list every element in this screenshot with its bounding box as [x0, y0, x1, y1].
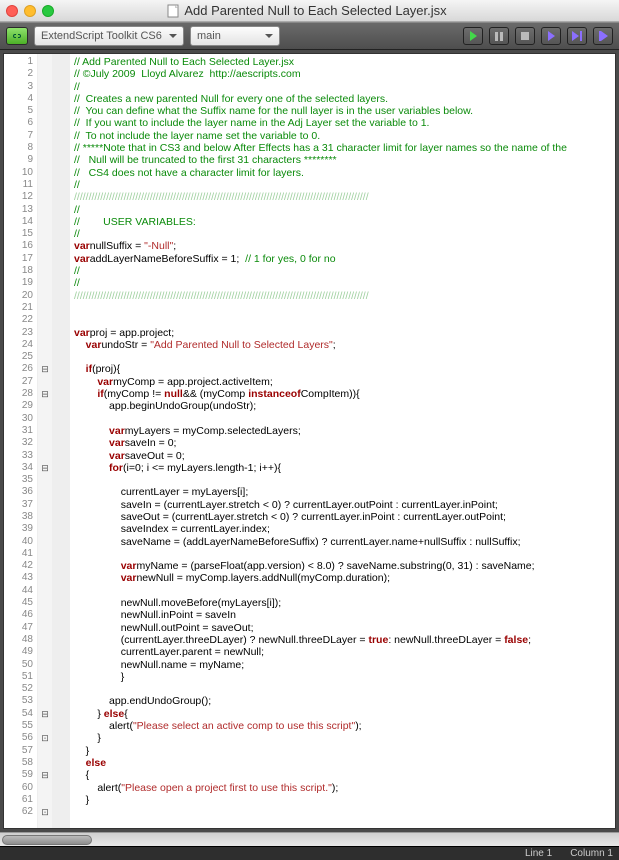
- code-line[interactable]: varundoStr = "Add Parented Null to Selec…: [74, 339, 615, 351]
- fold-column[interactable]: ⊟ ⊟ ⊟ ⊟ ⊡ ⊟ ⊡: [38, 54, 52, 828]
- code-line[interactable]: //: [74, 204, 615, 216]
- code-line[interactable]: varmyLayers = myComp.selectedLayers;: [74, 425, 615, 437]
- code-line[interactable]: }: [74, 671, 615, 683]
- pause-button[interactable]: [489, 27, 509, 45]
- code-line[interactable]: //: [74, 81, 615, 93]
- status-line: Line 1: [525, 848, 552, 859]
- code-line[interactable]: app.beginUndoGroup(undoStr);: [74, 400, 615, 412]
- code-line[interactable]: [74, 314, 615, 326]
- code-content[interactable]: // Add Parented Null to Each Selected La…: [70, 54, 615, 828]
- code-line[interactable]: // Null will be truncated to the first 3…: [74, 154, 615, 166]
- code-line[interactable]: // To not include the layer name set the…: [74, 130, 615, 142]
- code-line[interactable]: //: [74, 179, 615, 191]
- window-title: Add Parented Null to Each Selected Layer…: [60, 3, 553, 18]
- code-line[interactable]: saveIn = (currentLayer.stretch < 0) ? cu…: [74, 499, 615, 511]
- stop-icon: [521, 32, 529, 40]
- code-line[interactable]: saveIndex = currentLayer.index;: [74, 523, 615, 535]
- code-line[interactable]: // CS4 does not have a character limit f…: [74, 167, 615, 179]
- code-line[interactable]: // Creates a new parented Null for every…: [74, 93, 615, 105]
- code-line[interactable]: if(myComp != null&& (myComp instanceofCo…: [74, 388, 615, 400]
- horizontal-scrollbar[interactable]: [0, 832, 619, 846]
- code-line[interactable]: } else{: [74, 708, 615, 720]
- play-icon: [470, 31, 477, 41]
- code-line[interactable]: {: [74, 769, 615, 781]
- run-button[interactable]: [463, 27, 483, 45]
- minimize-window-button[interactable]: [24, 5, 36, 17]
- code-line[interactable]: //: [74, 277, 615, 289]
- code-line[interactable]: [74, 302, 615, 314]
- code-line[interactable]: newNull.moveBefore(myLayers[i]);: [74, 597, 615, 609]
- code-line[interactable]: varsaveOut = 0;: [74, 450, 615, 462]
- code-line[interactable]: [74, 683, 615, 695]
- code-line[interactable]: }: [74, 794, 615, 806]
- code-editor[interactable]: 1234567891011121314151617181920212223242…: [3, 53, 616, 829]
- status-bar: Line 1 Column 1: [0, 846, 619, 860]
- code-line[interactable]: varnullSuffix = "-Null";: [74, 240, 615, 252]
- code-line[interactable]: [74, 585, 615, 597]
- step-into-icon: [572, 31, 582, 41]
- link-toggle-button[interactable]: [6, 27, 28, 45]
- code-line[interactable]: }: [74, 732, 615, 744]
- code-line[interactable]: alert("Please select an active comp to u…: [74, 720, 615, 732]
- toolbar: ExtendScript Toolkit CS6 main: [0, 22, 619, 50]
- code-line[interactable]: saveName = (addLayerNameBeforeSuffix) ? …: [74, 536, 615, 548]
- engine-combo[interactable]: main: [190, 26, 280, 46]
- target-app-combo[interactable]: ExtendScript Toolkit CS6: [34, 26, 184, 46]
- code-line[interactable]: [74, 548, 615, 560]
- code-line[interactable]: [74, 351, 615, 363]
- code-line[interactable]: varnewNull = myComp.layers.addNull(myCom…: [74, 572, 615, 584]
- window-title-text: Add Parented Null to Each Selected Layer…: [184, 3, 446, 18]
- line-number-gutter[interactable]: 1234567891011121314151617181920212223242…: [4, 54, 38, 828]
- code-line[interactable]: //: [74, 265, 615, 277]
- code-line[interactable]: // If you want to include the layer name…: [74, 117, 615, 129]
- step-into-button[interactable]: [567, 27, 587, 45]
- code-line[interactable]: varproj = app.project;: [74, 327, 615, 339]
- code-line[interactable]: // Add Parented Null to Each Selected La…: [74, 56, 615, 68]
- code-line[interactable]: varaddLayerNameBeforeSuffix = 1; // 1 fo…: [74, 253, 615, 265]
- editor-margin: [52, 54, 70, 828]
- code-line[interactable]: [74, 806, 615, 818]
- stop-button[interactable]: [515, 27, 535, 45]
- pause-icon: [495, 32, 503, 41]
- code-line[interactable]: //: [74, 228, 615, 240]
- code-line[interactable]: }: [74, 745, 615, 757]
- code-line[interactable]: ////////////////////////////////////////…: [74, 191, 615, 203]
- code-line[interactable]: // USER VARIABLES:: [74, 216, 615, 228]
- status-column: Column 1: [570, 848, 613, 859]
- code-line[interactable]: varsaveIn = 0;: [74, 437, 615, 449]
- engine-value: main: [197, 30, 221, 42]
- code-line[interactable]: currentLayer = myLayers[i];: [74, 486, 615, 498]
- editor-area: 1234567891011121314151617181920212223242…: [0, 50, 619, 832]
- close-window-button[interactable]: [6, 5, 18, 17]
- code-line[interactable]: app.endUndoGroup();: [74, 695, 615, 707]
- code-line[interactable]: if(proj){: [74, 363, 615, 375]
- scrollbar-thumb[interactable]: [2, 835, 92, 845]
- code-line[interactable]: // ©July 2009 Lloyd Alvarez http://aescr…: [74, 68, 615, 80]
- code-line[interactable]: [74, 474, 615, 486]
- code-line[interactable]: ////////////////////////////////////////…: [74, 290, 615, 302]
- code-line[interactable]: varmyComp = app.project.activeItem;: [74, 376, 615, 388]
- code-line[interactable]: varmyName = (parseFloat(app.version) < 8…: [74, 560, 615, 572]
- step-over-button[interactable]: [541, 27, 561, 45]
- window-titlebar: Add Parented Null to Each Selected Layer…: [0, 0, 619, 22]
- code-line[interactable]: saveOut = (currentLayer.stretch < 0) ? c…: [74, 511, 615, 523]
- code-line[interactable]: // You can define what the Suffix name f…: [74, 105, 615, 117]
- code-line[interactable]: // *****Note that in CS3 and below After…: [74, 142, 615, 154]
- code-line[interactable]: else: [74, 757, 615, 769]
- code-line[interactable]: currentLayer.parent = newNull;: [74, 646, 615, 658]
- code-line[interactable]: newNull.inPoint = saveIn: [74, 609, 615, 621]
- step-out-button[interactable]: [593, 27, 613, 45]
- zoom-window-button[interactable]: [42, 5, 54, 17]
- code-line[interactable]: alert("Please open a project first to us…: [74, 782, 615, 794]
- code-line[interactable]: newNull.name = myName;: [74, 659, 615, 671]
- jsx-file-icon: [166, 4, 180, 18]
- target-app-value: ExtendScript Toolkit CS6: [41, 30, 162, 42]
- step-out-icon: [598, 31, 608, 41]
- code-line[interactable]: newNull.outPoint = saveOut;: [74, 622, 615, 634]
- code-line[interactable]: for(i=0; i <= myLayers.length-1; i++){: [74, 462, 615, 474]
- step-icon: [548, 31, 555, 41]
- code-line[interactable]: [74, 413, 615, 425]
- code-line[interactable]: (currentLayer.threeDLayer) ? newNull.thr…: [74, 634, 615, 646]
